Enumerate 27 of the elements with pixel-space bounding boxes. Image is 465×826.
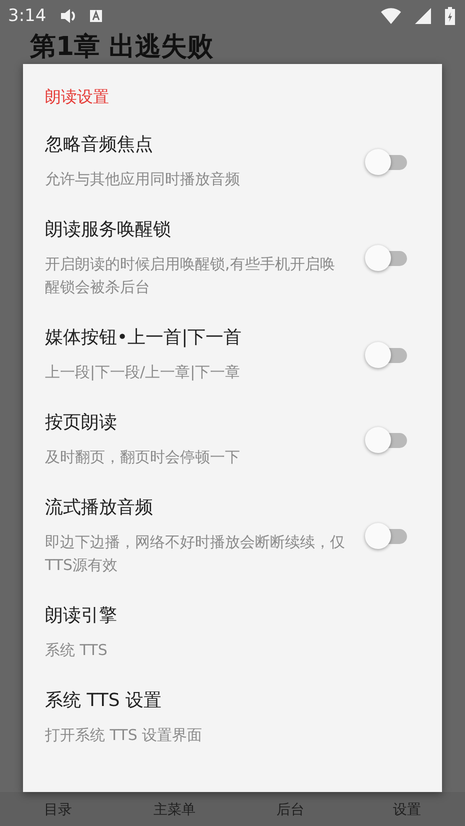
speaker-icon xyxy=(60,8,76,24)
setting-title[interactable]: 朗读服务唤醒锁 xyxy=(45,217,345,243)
status-time: 3:14 xyxy=(8,6,46,26)
setting-summary: 即边下边播，网络不好时播放会断断续续，仅TTS源有效 xyxy=(45,532,345,576)
toggle-switch[interactable] xyxy=(365,523,407,549)
toggle-switch[interactable] xyxy=(365,342,407,368)
chapter-title: 第1章 出逃失败 xyxy=(30,32,214,62)
setting-title[interactable]: 流式播放音频 xyxy=(45,495,345,521)
setting-summary: 打开系统 TTS 设置界面 xyxy=(45,725,204,746)
setting-title[interactable]: 忽略音频焦点 xyxy=(45,132,345,158)
signal-icon xyxy=(415,8,431,24)
dialog-title: 朗读设置 xyxy=(45,86,110,108)
setting-title[interactable]: 媒体按钮•上一首|下一首 xyxy=(45,325,345,351)
toggle-switch[interactable] xyxy=(365,148,407,174)
toggle-switch[interactable] xyxy=(365,245,407,271)
wifi-icon xyxy=(381,8,401,24)
setting-summary: 系统 TTS xyxy=(45,640,108,661)
setting-summary: 开启朗读的时候启用唤醒锁,有些手机开启唤醒锁会被杀后台 xyxy=(45,254,336,298)
battery-icon xyxy=(445,7,455,25)
setting-title[interactable]: 朗读引擎 xyxy=(45,603,442,629)
setting-title[interactable]: 系统 TTS 设置 xyxy=(45,688,442,714)
setting-summary: 及时翻页，翻页时会停顿一下 xyxy=(45,447,241,468)
setting-title[interactable]: 按页朗读 xyxy=(45,410,345,436)
toggle-switch[interactable] xyxy=(365,426,407,452)
notification-icon xyxy=(90,10,102,22)
setting-summary: 允许与其他应用同时播放音频 xyxy=(45,169,241,190)
setting-summary: 上一段|下一段/上一章|下一章 xyxy=(45,362,242,383)
